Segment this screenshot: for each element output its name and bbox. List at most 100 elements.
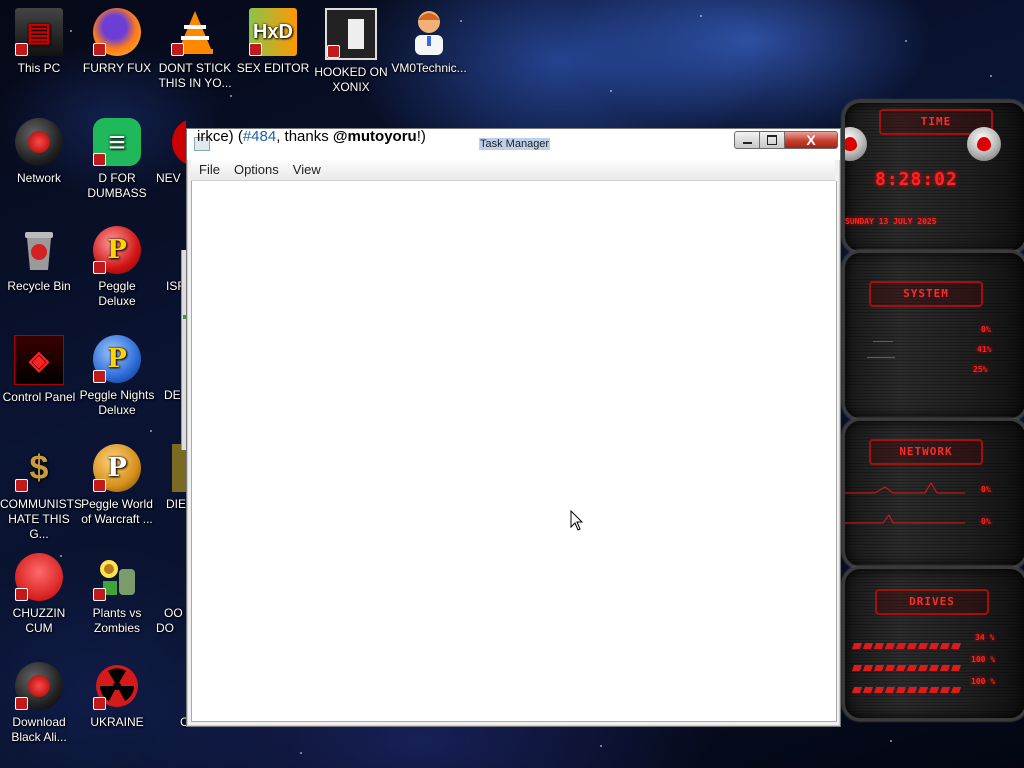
task-manager-window[interactable]: irkce) (#484, thanks @mutoyoru!) Task Ma… [186,128,841,727]
desktop-icon-label: This PC [17,61,61,75]
drive-bar [851,658,963,671]
desktop-icon-download-black-ali[interactable]: Download Black Ali... [0,662,78,745]
overlap-suffix: !) [416,128,426,145]
firefox-icon [93,8,141,56]
desktop-icon-label: COMMUNISTS HATE THIS G... [0,497,82,541]
hxd-icon: HxD [249,8,297,56]
system-monitor-widget: TIME 8:28:02 SUNDAY 13 JULY 2025 SYSTEM … [842,100,1024,721]
money-bag-icon: $ [15,444,63,492]
desktop-icon-hooked-on-xonix[interactable]: HOOKED ON XONIX [312,8,390,95]
desktop-icon-label: Peggle Deluxe [98,279,136,308]
desktop-icon-label: DONT STICK THIS IN YO... [158,61,232,90]
desktop-icon-d-for-dumbass[interactable]: ≡ D FOR DUMBASS [78,118,156,201]
desktop-icon-label: HOOKED ON XONIX [314,65,388,94]
menu-file[interactable]: File [191,160,226,177]
desktop-icon-ukraine[interactable]: UKRAINE [78,662,156,730]
window-title: Task Manager [479,138,551,150]
network-icon [15,118,63,166]
task-manager-content [191,181,837,722]
alienware-icon [15,662,63,710]
peggle-icon: P [93,226,141,274]
app-icon [172,553,186,601]
desktop-icon-label: VM0Technic... [391,61,467,75]
recycle-bin-icon [15,226,63,274]
app-icon [172,662,186,710]
issue-link[interactable]: #484 [243,128,276,145]
drives-panel: DRIVES 34 % 100 % 100 % [842,566,1024,721]
overlap-prefix: irkce) ( [197,128,243,145]
system-header: SYSTEM [869,281,983,307]
close-button[interactable]: X [784,131,838,149]
time-panel: TIME 8:28:02 SUNDAY 13 JULY 2025 [842,100,1024,254]
network-panel: NETWORK 0% 0% [842,418,1024,569]
desktop-icon-die[interactable]: DIE [156,444,186,512]
radiation-icon [93,662,141,710]
username: @mutoyoru [332,128,417,145]
desktop-icon-label: CHUZZIN CUM [12,606,66,635]
desktop-icon-control-panel[interactable]: ◈ Control Panel [0,335,78,405]
upload-value: 0% [981,485,991,494]
download-value: 0% [981,517,991,526]
peggle-nights-icon: P [93,335,141,383]
desktop-icon-label: NEV [156,171,181,185]
desktop-icon-recycle-bin[interactable]: Recycle Bin [0,226,78,294]
doctor-icon [405,8,453,56]
ram-value: 41% [977,345,992,354]
desktop-icon-label: SEX EDITOR [236,61,310,75]
desktop-icon-furry-fux[interactable]: FURRY FUX [78,8,156,76]
desktop-icon-label: FURRY FUX [82,61,152,75]
desktop-icon-this-pc[interactable]: ▤ This PC [0,8,78,76]
desktop-icon-c[interactable]: C [156,662,186,730]
overlapping-page-text: irkce) (#484, thanks @mutoyoru!) [197,128,426,145]
overlap-mid: , thanks [276,128,333,145]
desktop-icon-peggle-nights[interactable]: P Peggle Nights Deluxe [78,335,156,418]
drive-d-value: 100 % [971,655,996,664]
pvz-icon [93,553,141,601]
desktop-icon-vm0technic[interactable]: VM0Technic... [390,8,468,76]
vlc-icon [171,8,219,56]
desktop-icon-plants-vs-zombies[interactable]: Plants vs Zombies [78,553,156,636]
desktop-icon-chuzzin-cum[interactable]: CHUZZIN CUM [0,553,78,636]
desktop-icon-peggle-deluxe[interactable]: P Peggle Deluxe [78,226,156,309]
desktop-icon-dont-stick[interactable]: DONT STICK THIS IN YO... [156,8,234,91]
desktop-icon-label: OO DO [156,606,183,635]
xonix-icon [325,8,377,60]
peggle-wow-icon: P [93,444,141,492]
drive-bar [851,636,963,649]
desktop-icon-label: Download Black Ali... [11,715,67,744]
menu-options[interactable]: Options [226,160,285,177]
desktop-icon-oo-do[interactable]: OO DO [156,553,186,636]
desktop-icon-nev[interactable]: NEV [156,118,186,186]
clock-display: 8:28:02 [875,169,958,190]
maximize-button[interactable] [759,131,785,149]
app-icon [172,118,186,166]
desktop-icon-sex-editor[interactable]: HxD SEX EDITOR [234,8,312,76]
desktop-icon-network[interactable]: Network [0,118,78,186]
desktop-icon-label: Plants vs Zombies [92,606,142,635]
desktop-icon-label: Control Panel [2,390,76,404]
desktop-icon-label: Peggle World of Warcraft ... [81,497,153,526]
desktop-icon-label: D FOR DUMBASS [87,171,147,200]
control-panel-icon: ◈ [14,335,64,385]
desktop-icon-label: DIE [166,497,186,511]
chuzzle-icon [15,553,63,601]
mouse-cursor-icon [570,510,584,531]
title-bar[interactable]: irkce) (#484, thanks @mutoyoru!) Task Ma… [187,128,840,160]
drive-bar [851,680,963,693]
discord-icon: ≡ [93,118,141,166]
minimize-button[interactable] [734,131,760,149]
desktop-icon-label: Network [16,171,61,185]
desktop-icon-label: Recycle Bin [7,279,71,293]
swap-value: 25% [973,365,988,374]
alien-head-icon [967,127,1001,161]
pc-icon: ▤ [15,8,63,56]
desktop-icon-communists[interactable]: $ COMMUNISTS HATE THIS G... [0,444,82,542]
drive-c-value: 34 % [975,633,995,642]
desktop-icon-label: UKRAINE [90,715,144,729]
network-header: NETWORK [869,439,983,465]
menu-bar: File Options View [191,160,835,181]
date-display: SUNDAY 13 JULY 2025 [845,217,937,226]
desktop-icon-peggle-wow[interactable]: P Peggle World of Warcraft ... [78,444,156,527]
cpu-value: 0% [981,325,991,334]
menu-view[interactable]: View [285,160,327,177]
